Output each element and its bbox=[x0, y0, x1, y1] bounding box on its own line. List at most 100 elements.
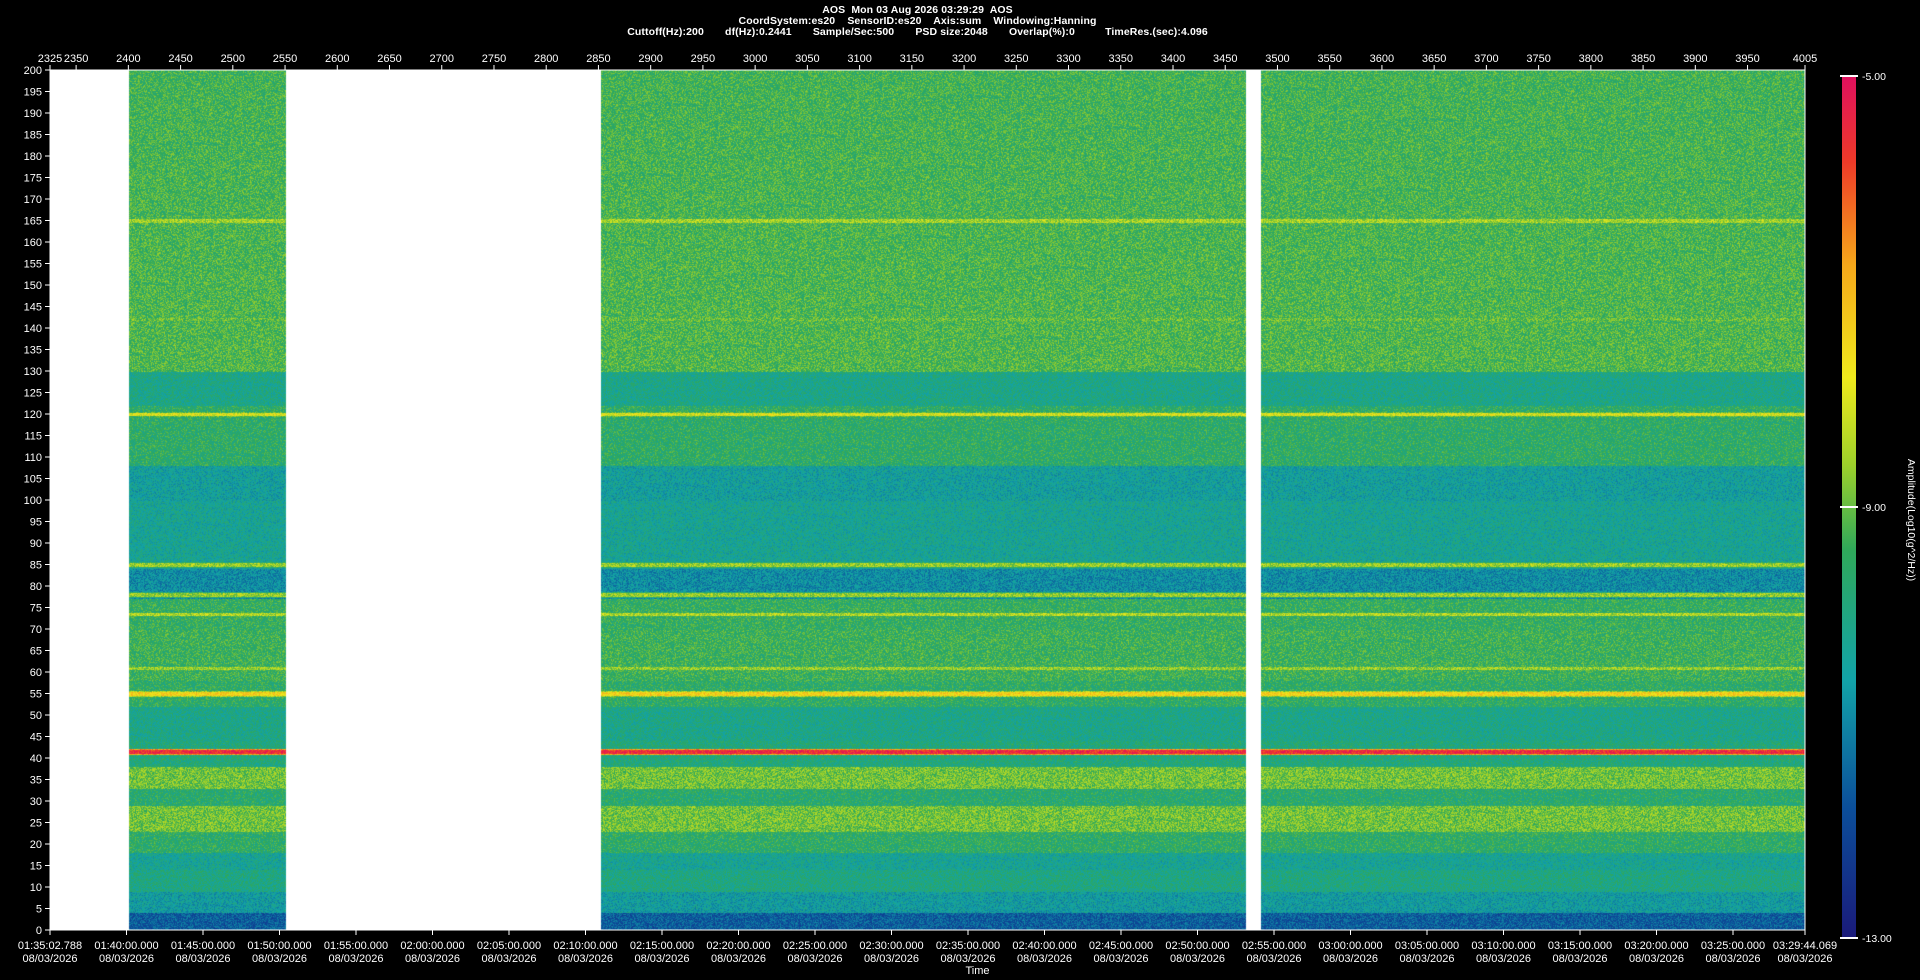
top-tick-label: 3350 bbox=[1109, 53, 1133, 65]
date-tick-label: 08/03/2026 bbox=[175, 953, 230, 965]
y-tick-label: 150 bbox=[24, 280, 42, 292]
top-tick-label: 2650 bbox=[377, 53, 401, 65]
y-tick-label: 115 bbox=[24, 431, 42, 443]
top-tick-label: 2600 bbox=[325, 53, 349, 65]
date-tick-label: 08/03/2026 bbox=[1017, 953, 1072, 965]
top-tick-label: 3900 bbox=[1683, 53, 1707, 65]
top-tick-label: 3600 bbox=[1370, 53, 1394, 65]
y-tick-label: 10 bbox=[30, 882, 42, 894]
top-tick-label: 3250 bbox=[1004, 53, 1028, 65]
time-tick-label: 02:25:00.000 bbox=[783, 940, 847, 952]
y-tick-label: 85 bbox=[30, 560, 42, 572]
time-tick-label: 01:40:00.000 bbox=[94, 940, 158, 952]
time-tick-label: 03:20:00.000 bbox=[1624, 940, 1688, 952]
y-tick-label: 90 bbox=[30, 538, 42, 550]
top-tick-label: 3650 bbox=[1422, 53, 1446, 65]
time-tick-label: 01:50:00.000 bbox=[247, 940, 311, 952]
top-tick-label: 2850 bbox=[586, 53, 610, 65]
time-tick-label: 01:55:00.000 bbox=[324, 940, 388, 952]
date-tick-label: 08/03/2026 bbox=[328, 953, 383, 965]
y-tick-label: 170 bbox=[24, 194, 42, 206]
time-tick-label: 02:45:00.000 bbox=[1089, 940, 1153, 952]
y-tick-label: 120 bbox=[24, 409, 42, 421]
time-tick-label: 02:00:00.000 bbox=[400, 940, 464, 952]
top-tick-label: 2950 bbox=[691, 53, 715, 65]
top-tick-label: 3200 bbox=[952, 53, 976, 65]
y-tick-label: 20 bbox=[30, 839, 42, 851]
date-tick-label: 08/03/2026 bbox=[481, 953, 536, 965]
y-tick-label: 195 bbox=[24, 87, 42, 99]
date-tick-label: 08/03/2026 bbox=[1476, 953, 1531, 965]
spectrogram-window: AOS Mon 03 Aug 2026 03:29:29 AOS CoordSy… bbox=[0, 0, 1920, 980]
date-tick-label: 08/03/2026 bbox=[99, 953, 154, 965]
time-tick-label: 03:15:00.000 bbox=[1548, 940, 1612, 952]
top-tick-label: 2750 bbox=[482, 53, 506, 65]
top-tick-label: 2400 bbox=[116, 53, 140, 65]
y-tick-label: 110 bbox=[24, 452, 42, 464]
date-tick-label: 08/03/2026 bbox=[1629, 953, 1684, 965]
y-tick-label: 160 bbox=[24, 237, 42, 249]
date-tick-label: 08/03/2026 bbox=[558, 953, 613, 965]
date-tick-label: 08/03/2026 bbox=[1552, 953, 1607, 965]
x-axis-label: Time bbox=[965, 965, 989, 977]
time-tick-label: 02:50:00.000 bbox=[1165, 940, 1229, 952]
y-tick-label: 165 bbox=[24, 216, 42, 228]
top-tick-label: 3800 bbox=[1579, 53, 1603, 65]
top-tick-label: 4005 bbox=[1793, 53, 1817, 65]
date-tick-label: 08/03/2026 bbox=[405, 953, 460, 965]
colorbar-label: Amplitude(Log10(g^2/Hz)) bbox=[1905, 459, 1917, 581]
colorbar-tick-label: -9.00 bbox=[1862, 502, 1886, 514]
y-tick-label: 125 bbox=[24, 388, 42, 400]
top-tick-label: 2550 bbox=[273, 53, 297, 65]
y-tick-label: 100 bbox=[24, 495, 42, 507]
top-tick-label: 3400 bbox=[1161, 53, 1185, 65]
date-tick-label: 08/03/2026 bbox=[634, 953, 689, 965]
top-tick-label: 2800 bbox=[534, 53, 558, 65]
time-tick-label: 02:15:00.000 bbox=[630, 940, 694, 952]
time-tick-label: 03:25:00.000 bbox=[1701, 940, 1765, 952]
chart-axes: 2325 2350 2400 2450 2500 2550 2600 2650 2700 2750… bbox=[18, 53, 1917, 977]
y-tick-label: 55 bbox=[30, 689, 42, 701]
y-tick-label: 140 bbox=[24, 323, 42, 335]
y-tick-label: 130 bbox=[24, 366, 42, 378]
y-tick-label: 80 bbox=[30, 581, 42, 593]
time-tick-label: 02:40:00.000 bbox=[1012, 940, 1076, 952]
top-tick-label: 3450 bbox=[1213, 53, 1237, 65]
y-tick-label: 105 bbox=[24, 474, 42, 486]
time-tick-label: 03:10:00.000 bbox=[1471, 940, 1535, 952]
date-tick-label: 08/03/2026 bbox=[252, 953, 307, 965]
y-tick-label: 95 bbox=[30, 517, 42, 529]
top-tick-label: 3750 bbox=[1526, 53, 1550, 65]
date-tick-label: 08/03/2026 bbox=[1323, 953, 1378, 965]
y-tick-label: 145 bbox=[24, 302, 42, 314]
y-tick-label: 180 bbox=[24, 151, 42, 163]
time-tick-label: 02:10:00.000 bbox=[553, 940, 617, 952]
top-tick-label: 3050 bbox=[795, 53, 819, 65]
date-tick-label: 08/03/2026 bbox=[787, 953, 842, 965]
top-tick-label: 3150 bbox=[900, 53, 924, 65]
y-tick-label: 175 bbox=[24, 173, 42, 185]
time-tick-label: 02:55:00.000 bbox=[1242, 940, 1306, 952]
y-tick-label: 155 bbox=[24, 259, 42, 271]
top-tick-label: 2450 bbox=[168, 53, 192, 65]
time-tick-label: 01:35:02.788 bbox=[18, 940, 82, 952]
top-tick-label: 3500 bbox=[1265, 53, 1289, 65]
y-tick-label: 25 bbox=[30, 818, 42, 830]
y-tick-label: 5 bbox=[36, 904, 42, 916]
date-tick-label: 08/03/2026 bbox=[940, 953, 995, 965]
time-tick-label: 02:35:00.000 bbox=[936, 940, 1000, 952]
time-tick-label: 02:20:00.000 bbox=[706, 940, 770, 952]
y-tick-label: 70 bbox=[30, 624, 42, 636]
y-tick-label: 135 bbox=[24, 345, 42, 357]
date-tick-label: 08/03/2026 bbox=[22, 953, 77, 965]
y-tick-label: 50 bbox=[30, 710, 42, 722]
y-tick-label: 200 bbox=[24, 65, 42, 77]
y-tick-label: 30 bbox=[30, 796, 42, 808]
top-tick-label: 3300 bbox=[1056, 53, 1080, 65]
y-tick-label: 0 bbox=[36, 925, 42, 937]
top-tick-label: 3000 bbox=[743, 53, 767, 65]
top-tick-label: 3850 bbox=[1631, 53, 1655, 65]
time-tick-label: 03:29:44.069 bbox=[1773, 940, 1837, 952]
top-tick-label: 3700 bbox=[1474, 53, 1498, 65]
top-tick-label: 2350 bbox=[64, 53, 88, 65]
